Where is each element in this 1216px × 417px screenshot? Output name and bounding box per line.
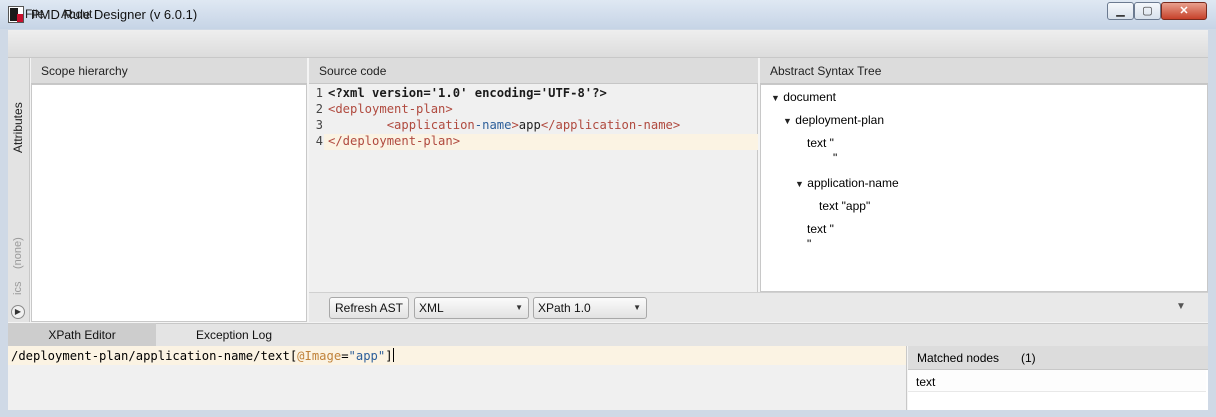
close-button[interactable]: ✕ — [1161, 2, 1207, 20]
language-select-value: XML — [419, 301, 444, 315]
menu-bar — [8, 30, 1208, 58]
ast-node-label: application-name — [807, 176, 899, 190]
minimize-button[interactable]: ▁ — [1107, 2, 1134, 20]
code-line-3: <application-name>app</application-name> — [328, 118, 681, 132]
line-number: 3 — [315, 118, 323, 132]
xpath-path: /deployment-plan/application-name/text[ — [11, 349, 298, 363]
expand-arrow-icon[interactable]: ▶ — [11, 305, 25, 319]
xpath-attribute: @Image — [297, 349, 342, 363]
text-cursor — [392, 348, 394, 362]
expand-triangle-icon[interactable]: ▼ — [783, 116, 792, 126]
line-number: 2 — [315, 102, 323, 116]
ast-node-text-1-tail: " — [833, 151, 838, 165]
code-line-1: <?xml version='1.0' encoding='UTF-8'?> — [328, 86, 607, 100]
side-tab-none[interactable]: (none) — [12, 237, 24, 269]
source-code-lines[interactable]: 1 2 3 4 <?xml version='1.0' encoding='UT… — [309, 84, 758, 292]
list-item[interactable] — [908, 370, 1206, 392]
toolbar-menu-arrow-icon[interactable]: ▼ — [1176, 301, 1186, 312]
window-title: PMD Rule Designer (v 6.0.1) — [31, 7, 198, 22]
scope-hierarchy-pane[interactable] — [31, 84, 307, 322]
side-tab-attributes[interactable]: Attributes — [11, 102, 25, 153]
tag-open-start: <application — [386, 118, 475, 132]
ast-node-text-1[interactable]: text " — [807, 136, 834, 150]
dropdown-arrow-icon: ▼ — [633, 303, 641, 312]
pmd-app-icon — [8, 6, 24, 23]
ast-header: Abstract Syntax Tree — [760, 58, 1208, 84]
xpath-version-select[interactable]: XPath 1.0 ▼ — [533, 297, 647, 319]
tab-exception-log[interactable]: Exception Log — [156, 323, 312, 346]
maximize-button[interactable]: ▢ — [1134, 2, 1161, 20]
xpath-operator: = — [341, 349, 349, 363]
xpath-version-value: XPath 1.0 — [538, 301, 591, 315]
line-number: 1 — [315, 86, 323, 100]
code-line-2: <deployment-plan> — [328, 102, 453, 116]
matched-nodes-label: Matched nodes — [917, 351, 1000, 365]
menu-about[interactable]: About — [61, 7, 92, 21]
tag-open-name: -name — [474, 118, 512, 132]
ast-node-label: deployment-plan — [795, 113, 884, 127]
ast-node-application-name[interactable]: ▼ application-name — [795, 176, 899, 190]
expand-triangle-icon[interactable]: ▼ — [795, 179, 804, 189]
xpath-bracket: ] — [385, 349, 393, 363]
tag-close: </application-name> — [540, 118, 681, 132]
language-select[interactable]: XML ▼ — [414, 297, 529, 319]
xpath-expression[interactable]: /deployment-plan/application-name/text[@… — [11, 348, 394, 363]
tag-open-end: > — [511, 118, 519, 132]
line-number: 4 — [315, 134, 323, 148]
ast-node-text-app[interactable]: text "app" — [819, 199, 870, 213]
side-tab-partial[interactable]: ics — [12, 282, 24, 295]
ast-node-text-2-tail: " — [807, 237, 812, 251]
tab-xpath-editor[interactable]: XPath Editor — [8, 323, 156, 346]
ast-node-deployment-plan[interactable]: ▼ deployment-plan — [783, 113, 884, 127]
xpath-string: "app" — [348, 349, 386, 363]
expand-triangle-icon[interactable]: ▼ — [771, 93, 780, 103]
ast-node-document[interactable]: ▼ document — [771, 90, 836, 104]
matched-nodes-count: (1) — [1021, 351, 1036, 365]
code-line-4: </deployment-plan> — [328, 134, 461, 148]
menu-file[interactable]: File — [25, 7, 44, 21]
source-code-header: Source code — [309, 58, 758, 84]
refresh-ast-button[interactable]: Refresh AST — [329, 297, 409, 319]
text-value: app — [518, 118, 541, 132]
dropdown-arrow-icon: ▼ — [515, 303, 523, 312]
scope-hierarchy-header: Scope hierarchy — [31, 58, 307, 84]
ast-node-text-2[interactable]: text " — [807, 222, 834, 236]
ast-node-label: document — [783, 90, 836, 104]
matched-node-label: text — [916, 375, 936, 389]
